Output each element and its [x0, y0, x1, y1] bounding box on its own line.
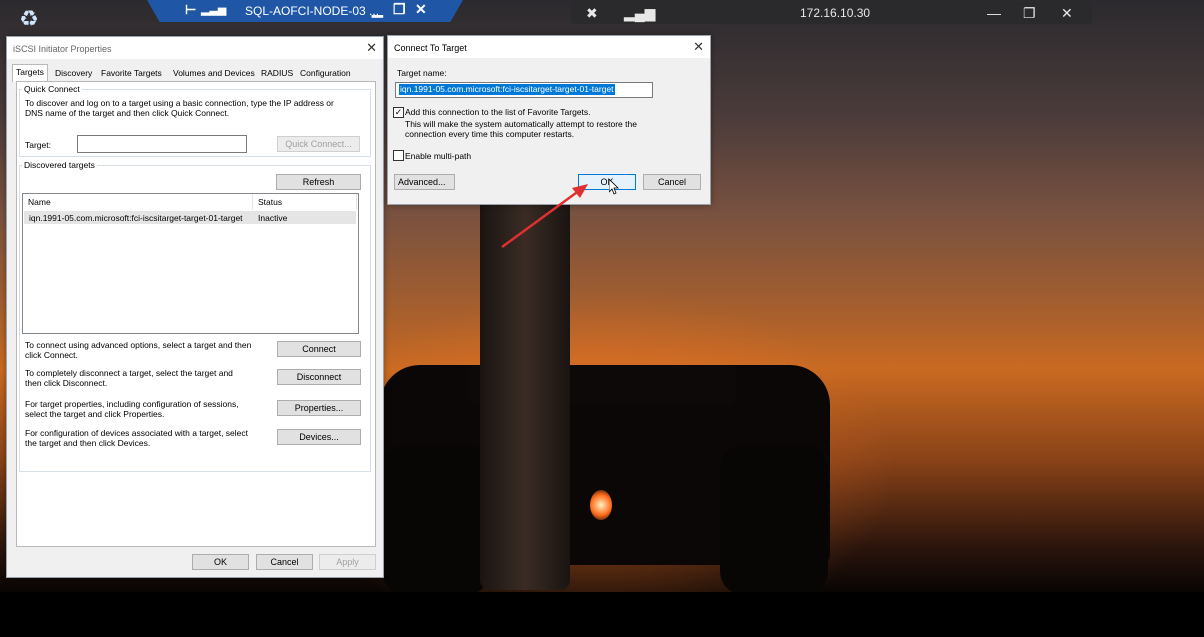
dialog-title: Connect To Target	[394, 43, 467, 53]
close-icon[interactable]: ✕	[366, 40, 377, 56]
remote-host-bar: ✖ ▂▄▆ 172.16.10.30 — ❐ ✕	[571, 1, 1092, 24]
rdp-minimize-button[interactable]: ▁	[372, 1, 383, 18]
signal-icon: ▂▄▆	[624, 5, 656, 21]
unpin-icon[interactable]: ✖	[586, 5, 598, 22]
disconnect-help-text: To completely disconnect a target, selec…	[25, 368, 233, 388]
favorites-note: This will make the system automatically …	[405, 119, 637, 139]
devices-help-text: For configuration of devices associated …	[25, 428, 249, 448]
multipath-label[interactable]: Enable multi-path	[405, 151, 471, 161]
recycle-bin-icon[interactable]: ♻	[14, 4, 44, 34]
quick-connect-label: Quick Connect	[22, 84, 82, 94]
close-icon[interactable]: ✕	[693, 39, 704, 55]
target-name-cell: iqn.1991-05.com.microsoft:fci-iscsitarge…	[29, 213, 243, 223]
target-status-cell: Inactive	[258, 213, 288, 223]
disconnect-button[interactable]: Disconnect	[277, 369, 361, 385]
column-header-status[interactable]: Status	[253, 194, 357, 210]
properties-help-text: For target properties, including configu…	[25, 399, 239, 419]
refresh-button[interactable]: Refresh	[276, 174, 361, 190]
targets-list[interactable]: Name Status iqn.1991-05.com.microsoft:fc…	[22, 193, 359, 334]
favorites-label[interactable]: Add this connection to the list of Favor…	[405, 107, 591, 117]
annotation-arrow	[501, 184, 588, 249]
target-name-label: Target name:	[397, 68, 447, 78]
target-name-input[interactable]: iqn.1991-05.com.microsoft:fci-iscsitarge…	[395, 82, 653, 98]
rdp-title: SQL-AOFCI-NODE-03 ...	[245, 4, 380, 18]
window-title: iSCSI Initiator Properties	[13, 44, 112, 54]
connect-button[interactable]: Connect	[277, 341, 361, 357]
wallpaper-taillight	[590, 490, 612, 520]
cancel-button[interactable]: Cancel	[256, 554, 313, 570]
apply-button[interactable]: Apply	[319, 554, 376, 570]
properties-button[interactable]: Properties...	[277, 400, 361, 416]
signal-icon: ▂▃▅	[201, 4, 227, 16]
rdp-close-button[interactable]: ✕	[415, 1, 427, 18]
rdp-connection-bar: ⊢ ▂▃▅ SQL-AOFCI-NODE-03 ... ▁ ❐ ✕	[147, 0, 463, 22]
multipath-checkbox[interactable]	[393, 150, 404, 161]
tab-configuration[interactable]: Configuration	[297, 66, 354, 80]
connect-help-text: To connect using advanced options, selec…	[25, 340, 252, 360]
wallpaper-wheel-left	[382, 445, 490, 595]
tab-discovery[interactable]: Discovery	[52, 66, 95, 80]
tab-radius[interactable]: RADIUS	[258, 66, 296, 80]
remote-restore-button[interactable]: ❐	[1023, 5, 1036, 22]
quick-connect-button[interactable]: Quick Connect...	[277, 136, 360, 152]
target-name-selection: iqn.1991-05.com.microsoft:fci-iscsitarge…	[399, 84, 615, 95]
rdp-restore-button[interactable]: ❐	[393, 1, 406, 18]
quick-connect-description: To discover and log on to a target using…	[25, 98, 334, 118]
remote-ip: 172.16.10.30	[800, 6, 871, 20]
discovered-targets-label: Discovered targets	[22, 160, 97, 170]
target-input[interactable]	[77, 135, 247, 153]
window-titlebar[interactable]: iSCSI Initiator Properties ✕	[7, 37, 383, 59]
tab-targets[interactable]: Targets	[12, 64, 48, 82]
target-label: Target:	[25, 140, 51, 150]
devices-button[interactable]: Devices...	[277, 429, 361, 445]
wallpaper-wheel-right	[720, 445, 828, 595]
wallpaper-ground	[0, 592, 1204, 637]
table-row[interactable]: iqn.1991-05.com.microsoft:fci-iscsitarge…	[24, 211, 356, 224]
remote-minimize-button[interactable]: —	[987, 5, 1001, 21]
tab-volumes-and-devices[interactable]: Volumes and Devices	[170, 66, 258, 80]
pin-icon[interactable]: ⊢	[185, 2, 196, 18]
tab-favorite-targets[interactable]: Favorite Targets	[98, 66, 165, 80]
advanced-button[interactable]: Advanced...	[394, 174, 455, 190]
ok-button[interactable]: OK	[192, 554, 249, 570]
dialog-titlebar[interactable]: Connect To Target ✕	[388, 36, 710, 58]
dialog-cancel-button[interactable]: Cancel	[643, 174, 701, 190]
remote-close-button[interactable]: ✕	[1061, 5, 1073, 22]
mouse-cursor-icon	[609, 179, 619, 195]
column-header-name[interactable]: Name	[23, 194, 253, 210]
favorites-checkbox[interactable]: ✓	[393, 107, 404, 118]
